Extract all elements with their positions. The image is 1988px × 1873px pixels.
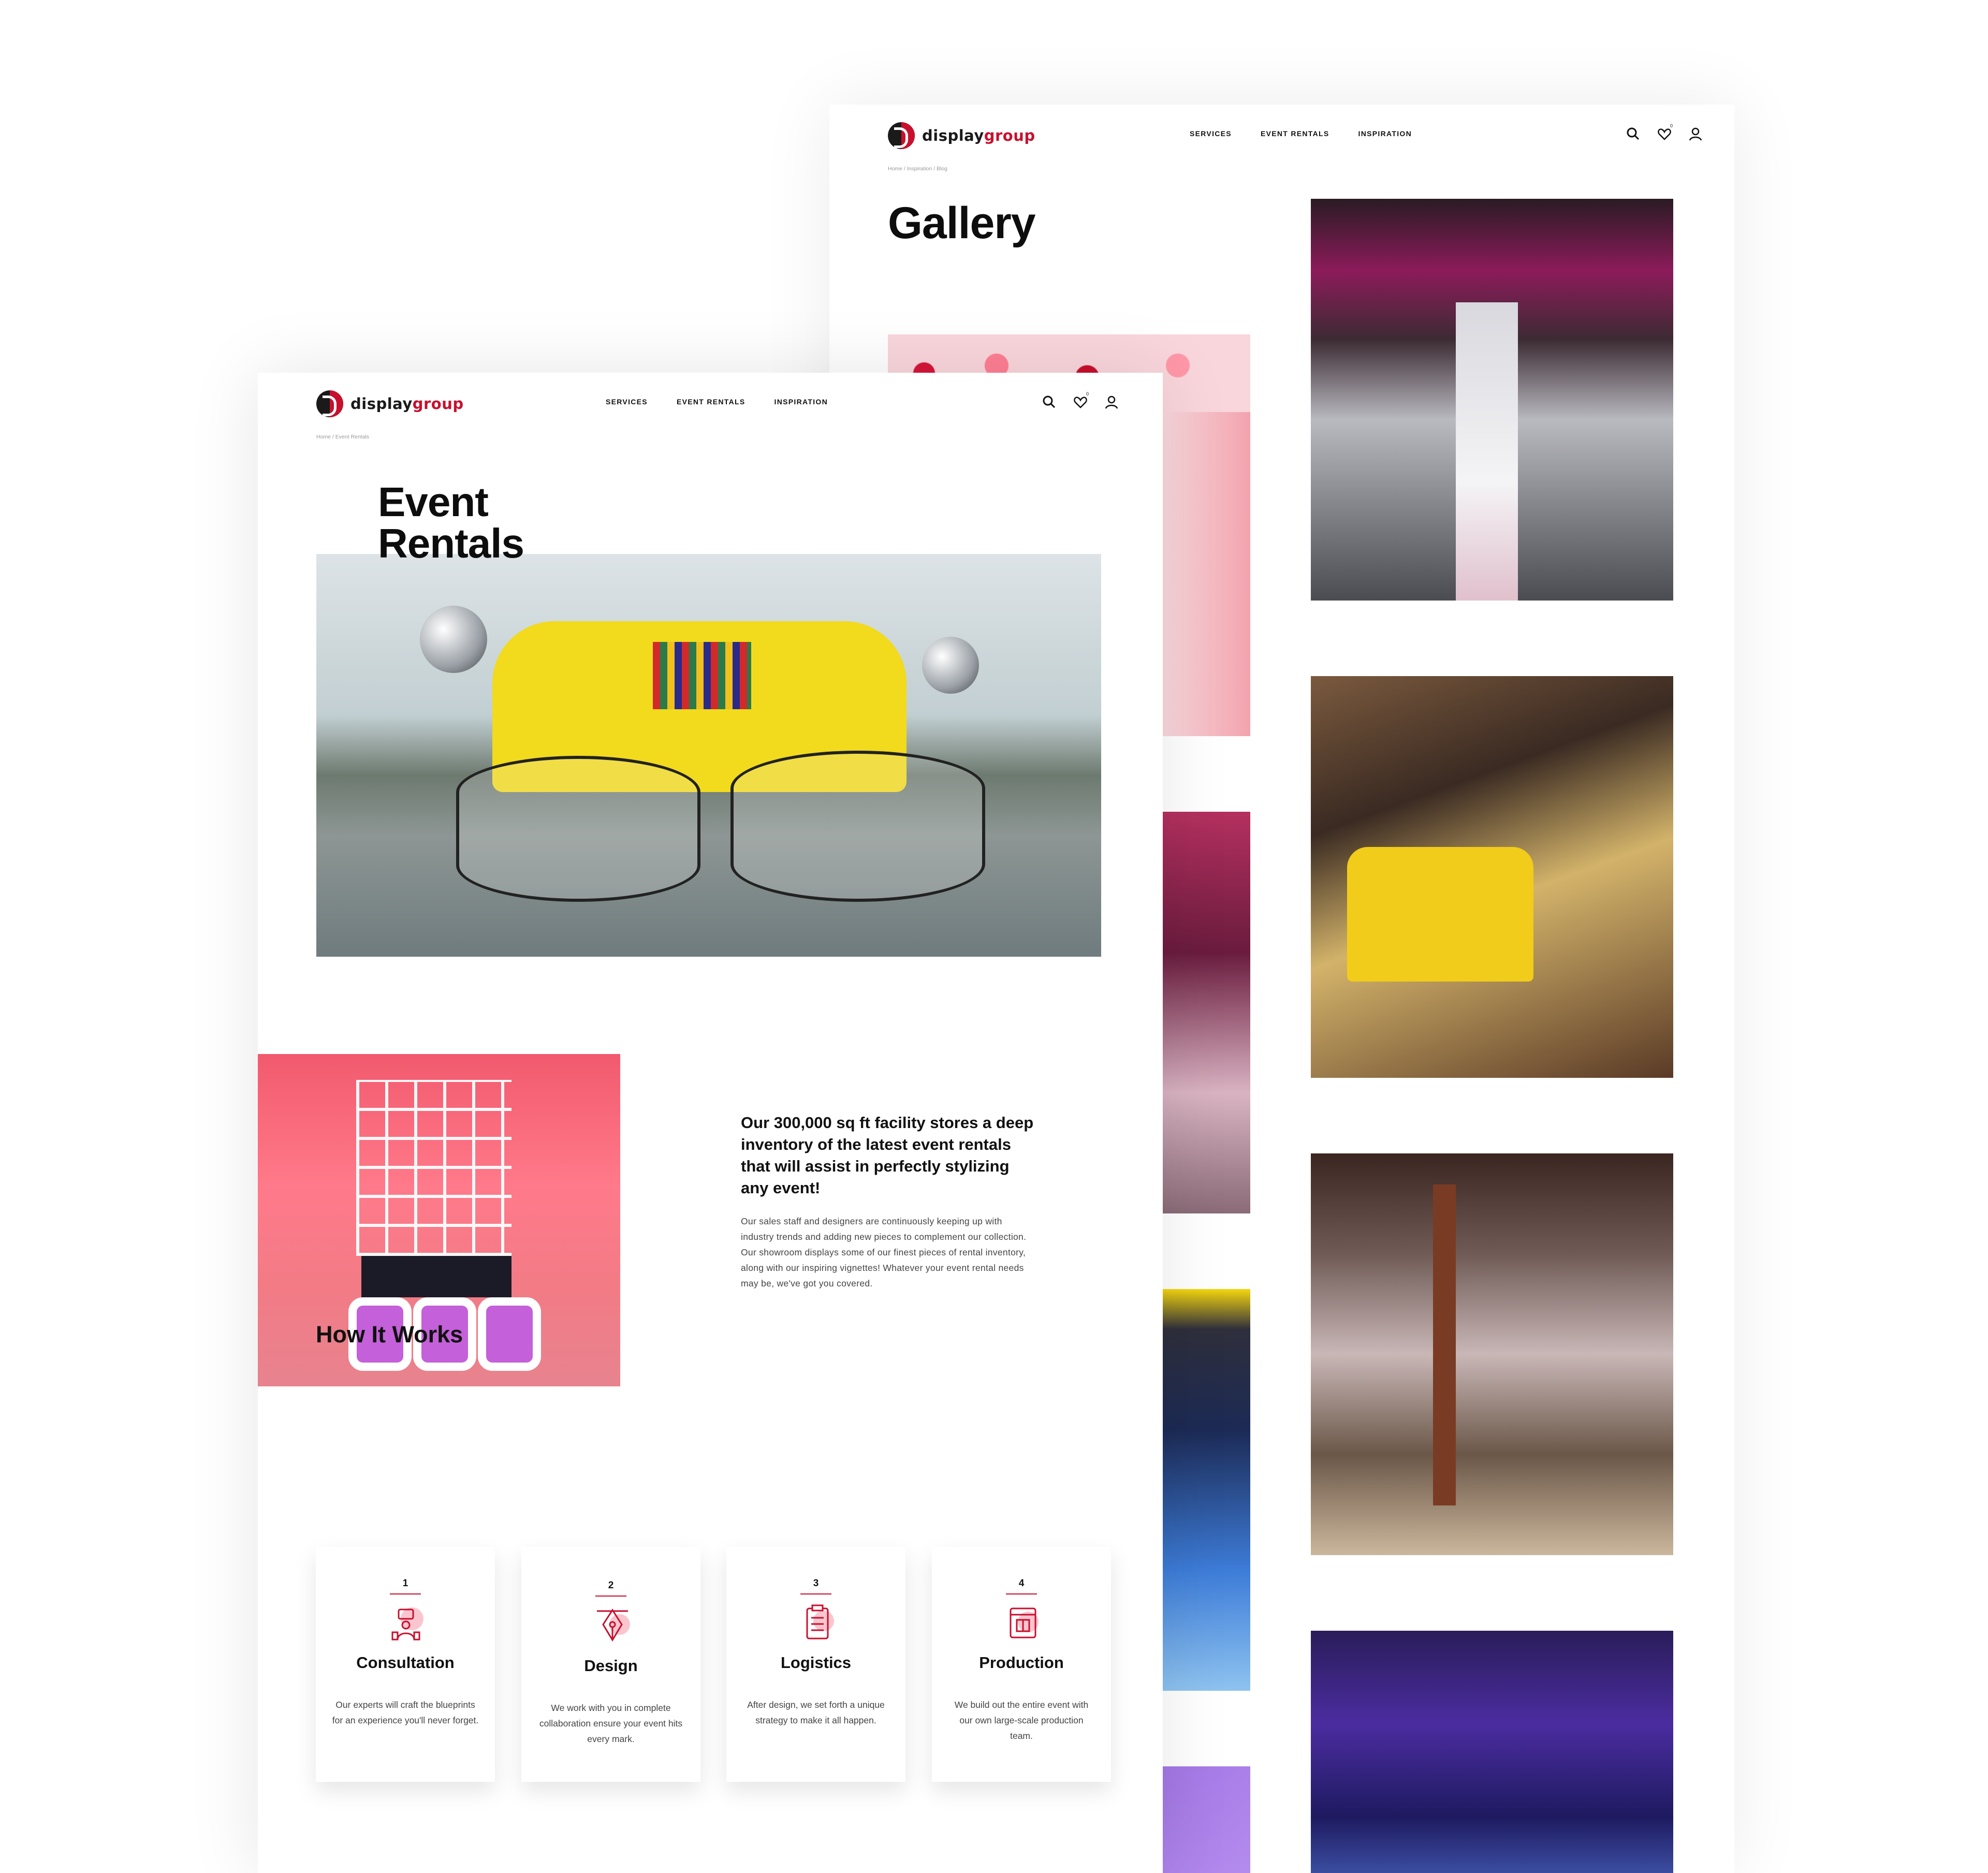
hero-photo-yellow-sofa — [316, 554, 1101, 957]
step-description: We build out the entire event with our o… — [954, 1700, 1089, 1741]
step-divider — [390, 1593, 421, 1594]
nav-inspiration[interactable]: INSPIRATION — [1358, 129, 1412, 138]
logo-mark — [888, 122, 915, 149]
nav-event-rentals[interactable]: EVENT RENTALS — [677, 398, 746, 406]
logo-text-display: display — [922, 127, 984, 144]
page-title: Gallery — [888, 198, 1036, 248]
clipboard-icon — [797, 1601, 838, 1643]
logo[interactable]: displaygroup — [316, 389, 464, 418]
gallery-photo-purple-venue[interactable] — [1311, 1631, 1673, 1873]
site-header: displaygroup SERVICES EVENT RENTALS INSP… — [258, 373, 1163, 435]
step-card-logistics: 3 Logistics After design, we set forth a… — [726, 1547, 905, 1782]
heart-icon[interactable]: 0 — [1656, 123, 1673, 143]
step-number: 3 — [813, 1578, 819, 1589]
step-divider — [1006, 1593, 1037, 1594]
search-icon[interactable] — [1625, 125, 1642, 143]
step-title: Production — [979, 1653, 1064, 1672]
gallery-photo-long-table[interactable] — [1311, 199, 1673, 601]
main-nav: SERVICES EVENT RENTALS INSPIRATION — [606, 398, 857, 406]
step-divider — [595, 1596, 626, 1597]
step-description: We work with you in complete collaborati… — [539, 1703, 683, 1744]
main-nav: SERVICES EVENT RENTALS INSPIRATION — [1190, 129, 1441, 138]
header-tools: 0 — [1027, 391, 1120, 411]
intro-body: Our sales staff and designers are contin… — [741, 1216, 1027, 1289]
pen-tool-icon — [592, 1604, 633, 1645]
user-icon[interactable] — [1687, 125, 1704, 143]
production-icon — [1002, 1601, 1044, 1643]
consultation-icon — [386, 1601, 428, 1643]
logo-text-display: display — [350, 395, 413, 413]
logo-text-group: group — [984, 127, 1035, 144]
wishlist-count: 0 — [1086, 391, 1089, 397]
page-title: Event Rentals — [378, 481, 524, 564]
logo-text-group: group — [412, 395, 464, 413]
step-description: After design, we set forth a unique stra… — [747, 1700, 885, 1725]
step-card-design: 2 Design We work with you in complete co… — [521, 1547, 700, 1782]
how-it-works-title: How It Works — [316, 1321, 463, 1348]
gallery-photo-ceremony[interactable] — [1311, 1153, 1673, 1555]
nav-services[interactable]: SERVICES — [1190, 129, 1232, 138]
step-number: 1 — [402, 1578, 408, 1589]
heart-icon[interactable]: 0 — [1072, 391, 1089, 411]
step-description: Our experts will craft the blueprints fo… — [332, 1700, 479, 1725]
nav-inspiration[interactable]: INSPIRATION — [774, 398, 828, 406]
page-title-line-2: Rentals — [378, 520, 524, 566]
nav-services[interactable]: SERVICES — [606, 398, 648, 406]
step-title: Design — [584, 1657, 638, 1675]
header-tools: 0 — [1611, 123, 1704, 143]
step-number: 2 — [608, 1580, 614, 1591]
page-title-line-1: Event — [378, 479, 489, 525]
search-icon[interactable] — [1041, 393, 1058, 411]
breadcrumb: Home / Inspiration / Blog — [888, 166, 947, 172]
step-card-production: 4 Production We build out the entire eve… — [932, 1547, 1111, 1782]
step-title: Consultation — [356, 1653, 455, 1672]
logo-mark — [316, 390, 343, 417]
step-number: 4 — [1018, 1578, 1025, 1589]
breadcrumb: Home / Event Rentals — [316, 434, 370, 440]
nav-event-rentals[interactable]: EVENT RENTALS — [1261, 129, 1329, 138]
step-divider — [800, 1593, 831, 1594]
gallery-photo-yellow-lounge[interactable] — [1311, 676, 1673, 1078]
step-title: Logistics — [780, 1653, 852, 1672]
step-card-consultation: 1 Consultation Our experts will craft th… — [316, 1547, 495, 1782]
wishlist-count: 0 — [1670, 123, 1673, 128]
user-icon[interactable] — [1103, 393, 1120, 411]
intro-lead: Our 300,000 sq ft facility stores a deep… — [741, 1114, 1034, 1197]
event-rentals-page: displaygroup SERVICES EVENT RENTALS INSP… — [258, 373, 1163, 1873]
logo[interactable]: displaygroup — [888, 121, 1035, 150]
site-header: displaygroup SERVICES EVENT RENTALS INSP… — [829, 105, 1734, 167]
